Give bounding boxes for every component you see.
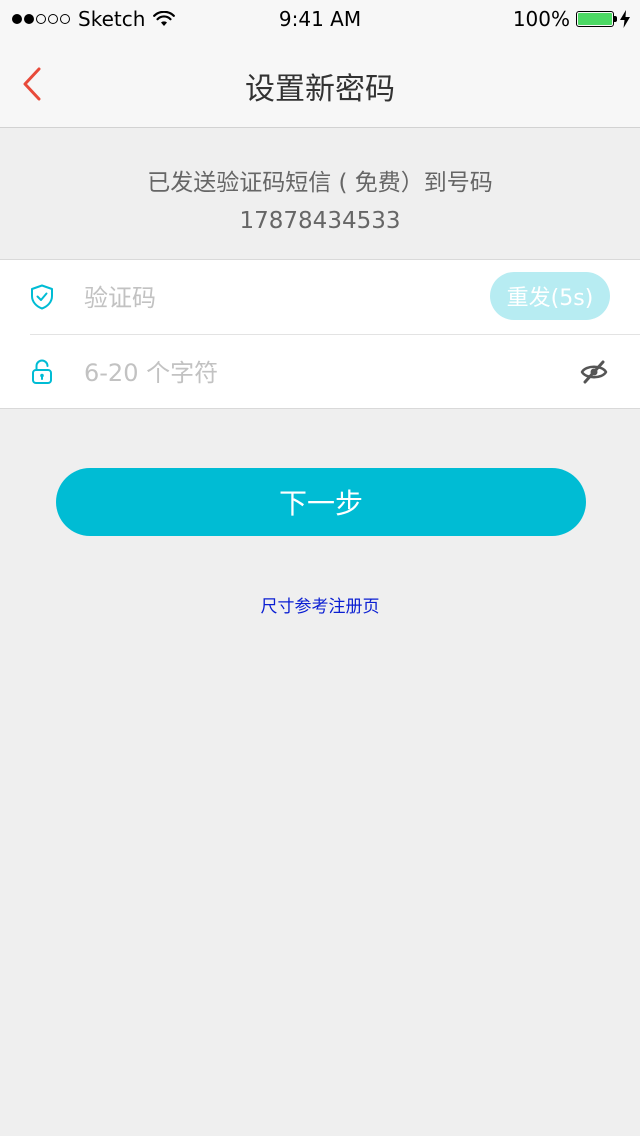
status-right: 100% <box>513 7 630 31</box>
eye-off-icon[interactable] <box>580 358 608 386</box>
password-row <box>0 335 640 409</box>
code-row: 重发(5s) <box>0 260 640 334</box>
charging-icon <box>620 10 630 28</box>
lock-icon <box>32 359 52 384</box>
reference-link[interactable]: 尺寸参考注册页 <box>0 592 640 617</box>
sms-info: 已发送验证码短信 ( 免费）到号码 17878434533 <box>0 164 640 240</box>
status-bar: Sketch 9:41 AM 100% <box>0 0 640 40</box>
resend-code-button[interactable]: 重发(5s) <box>490 272 610 320</box>
battery-fill <box>578 13 612 25</box>
phone-number: 17878434533 <box>239 208 401 234</box>
battery-icon <box>576 11 617 27</box>
nav-bar: 设置新密码 <box>0 40 640 128</box>
sms-info-line: 已发送验证码短信 ( 免费）到号码 <box>147 170 493 196</box>
verification-code-input[interactable] <box>84 278 464 318</box>
reset-password-form: 重发(5s) <box>0 259 640 409</box>
password-input[interactable] <box>84 353 464 393</box>
shield-check-icon <box>31 284 53 310</box>
battery-percent: 100% <box>512 7 570 31</box>
page-title: 设置新密码 <box>245 72 395 107</box>
next-step-button[interactable]: 下一步 <box>56 468 586 536</box>
